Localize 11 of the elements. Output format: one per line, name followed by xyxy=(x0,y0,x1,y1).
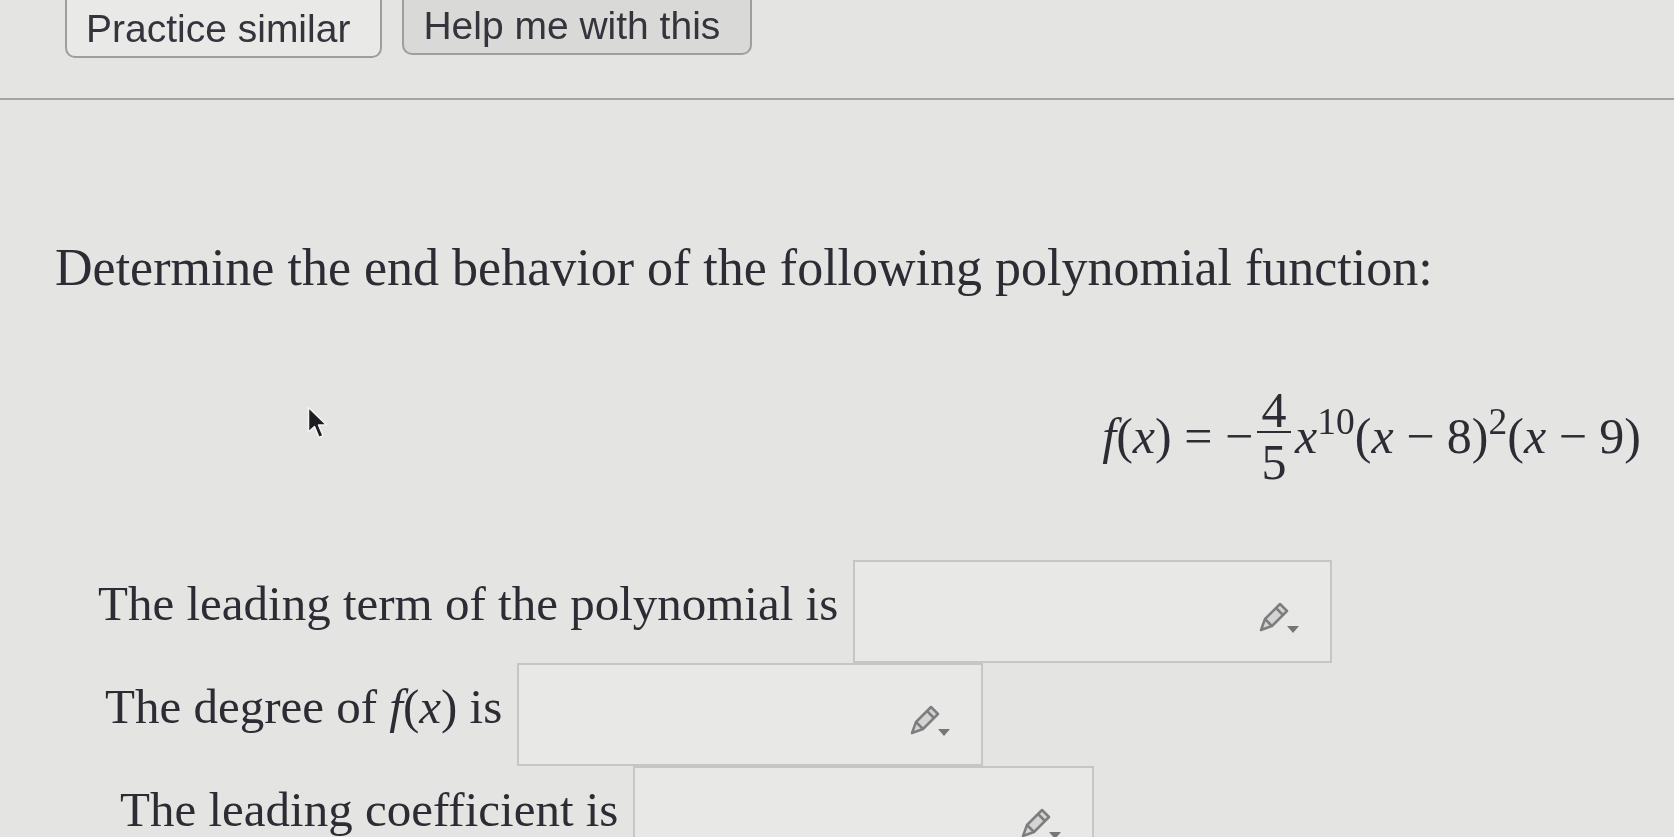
practice-button[interactable]: Practice similar xyxy=(65,0,383,58)
formula-lhs: f(x) = − xyxy=(1102,407,1254,466)
fraction-numerator: 4 xyxy=(1261,389,1287,431)
mouse-cursor-icon xyxy=(307,406,329,440)
answer-label: The leading term of the polynomial is xyxy=(98,575,839,632)
question-prompt: Determine the end behavior of the following polynomial function: xyxy=(55,238,1433,298)
answer-label: The degree of f(x) is xyxy=(105,678,503,735)
help-button[interactable]: Help me with this xyxy=(402,0,753,55)
formula-factors: x$^{10}$(x − 8)$^{2}$(x − 9) xyxy=(1295,406,1641,466)
answer-label: The leading coefficient is xyxy=(120,781,619,837)
fraction-denominator: 5 xyxy=(1261,441,1287,483)
